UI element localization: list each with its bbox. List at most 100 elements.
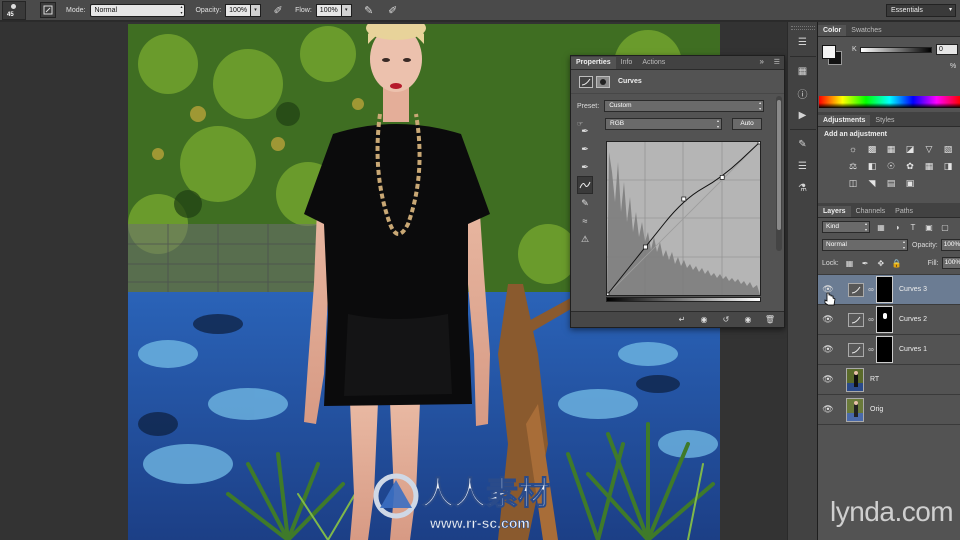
hue-sat-icon[interactable]: ▧: [941, 143, 955, 155]
tab-layers[interactable]: Layers: [818, 206, 851, 217]
edit-points-curve-icon[interactable]: [577, 176, 593, 194]
tab-properties[interactable]: Properties: [571, 57, 616, 69]
layer-opacity-input[interactable]: 100%: [940, 239, 960, 251]
visibility-eye-icon[interactable]: 👁: [820, 374, 836, 385]
white-point-eyedropper-icon[interactable]: ✒: [577, 158, 593, 176]
properties-scrollbar[interactable]: [776, 96, 782, 251]
threshold-icon[interactable]: ◥: [865, 177, 879, 189]
clip-to-layer-icon[interactable]: ↵: [674, 314, 690, 325]
tab-adjustments[interactable]: Adjustments: [818, 115, 871, 126]
tab-styles[interactable]: Styles: [870, 115, 899, 126]
black-point-eyedropper-icon[interactable]: ✒: [577, 122, 593, 140]
black-white-icon[interactable]: ◧: [865, 160, 879, 172]
layer-mask-thumbnail[interactable]: [876, 336, 893, 363]
layer-image-thumbnail[interactable]: [846, 397, 864, 422]
layer-name[interactable]: Curves 3: [899, 286, 927, 293]
mask-link-icon[interactable]: ∞: [867, 314, 875, 326]
mask-link-icon[interactable]: ∞: [867, 344, 875, 356]
preset-select[interactable]: Custom: [604, 100, 765, 112]
tab-color[interactable]: Color: [818, 25, 847, 36]
channel-select[interactable]: RGB: [605, 118, 722, 130]
filter-type-icon[interactable]: T: [908, 222, 918, 232]
mode-select[interactable]: Normal: [90, 3, 186, 17]
layer-row-curves-3[interactable]: 👁 ∞ Curves 3: [818, 275, 960, 305]
opacity-input[interactable]: 100%: [225, 3, 252, 17]
airbrush-icon[interactable]: ✎: [362, 3, 376, 17]
layer-mask-thumbnail[interactable]: [876, 306, 893, 333]
fill-input[interactable]: 100%: [941, 257, 960, 269]
curve-control-point[interactable]: [604, 292, 610, 298]
visibility-eye-icon[interactable]: 👁: [820, 404, 836, 415]
k-slider[interactable]: [860, 47, 932, 53]
visibility-eye-icon[interactable]: 👁: [820, 314, 836, 325]
curves-graph[interactable]: [604, 139, 763, 298]
draw-curve-pencil-icon[interactable]: ✎: [577, 194, 593, 212]
layer-name[interactable]: Orig: [870, 406, 883, 413]
clipping-warning-icon[interactable]: ⚠: [577, 230, 593, 248]
lock-transparent-icon[interactable]: ▦: [845, 258, 855, 268]
flow-input[interactable]: 100%: [315, 3, 342, 17]
vibrance-icon[interactable]: ▽: [922, 143, 936, 155]
gray-point-eyedropper-icon[interactable]: ✒: [577, 140, 593, 158]
info-icon[interactable]: ⓘ: [791, 83, 815, 103]
mask-link-icon[interactable]: ∞: [867, 284, 875, 296]
tab-paths[interactable]: Paths: [890, 206, 918, 217]
layer-name[interactable]: RT: [870, 376, 879, 383]
blend-mode-select[interactable]: Normal: [822, 239, 908, 251]
curves-adjustment-icon[interactable]: [579, 75, 593, 88]
view-previous-state-icon[interactable]: ◉: [696, 314, 712, 325]
exposure-icon[interactable]: ◪: [903, 143, 917, 155]
brush-preset-picker[interactable]: 45: [2, 0, 26, 20]
levels-icon[interactable]: ▩: [865, 143, 879, 155]
color-lookup-icon[interactable]: ▦: [922, 160, 936, 172]
lock-all-icon[interactable]: 🔒: [892, 258, 902, 268]
invert-icon[interactable]: ◨: [941, 160, 955, 172]
visibility-toggle-icon[interactable]: ◉: [740, 314, 756, 325]
photo-filter-icon[interactable]: ☉: [884, 160, 898, 172]
selective-color-icon[interactable]: ▣: [903, 177, 917, 189]
color-spectrum-ramp[interactable]: [819, 96, 960, 108]
k-value-input[interactable]: 0: [936, 44, 958, 55]
color-balance-icon[interactable]: ⚖: [846, 160, 860, 172]
curves-icon[interactable]: ▦: [884, 143, 898, 155]
flow-dropdown-arrow[interactable]: ▾: [341, 3, 352, 17]
tab-channels[interactable]: Channels: [851, 206, 891, 217]
layer-image-thumbnail[interactable]: [846, 367, 864, 392]
tab-info[interactable]: Info: [616, 57, 638, 69]
posterize-icon[interactable]: ◫: [846, 177, 860, 189]
curve-control-point[interactable]: [719, 175, 725, 180]
reset-icon[interactable]: ↺: [718, 314, 734, 325]
layer-row-rt[interactable]: 👁 RT: [818, 365, 960, 395]
smooth-curve-icon[interactable]: ≈: [577, 212, 593, 230]
filter-shape-icon[interactable]: ▣: [924, 222, 934, 232]
curve-control-point[interactable]: [757, 139, 763, 145]
layer-name[interactable]: Curves 2: [899, 316, 927, 323]
panel-menu-icon[interactable]: ☰: [774, 58, 780, 66]
foreground-color-swatch[interactable]: [822, 45, 836, 59]
brightness-icon[interactable]: ☼: [846, 143, 860, 155]
actions-play-icon[interactable]: ▶: [791, 105, 815, 125]
clone-source-icon[interactable]: ⚗: [791, 178, 815, 198]
scrollbar-thumb[interactable]: [777, 100, 781, 230]
history-icon[interactable]: ☰: [791, 32, 815, 52]
properties-icon[interactable]: ▦: [791, 61, 815, 81]
tab-swatches[interactable]: Swatches: [846, 25, 886, 36]
pressure-size-icon[interactable]: ✐: [386, 3, 400, 17]
pressure-opacity-icon[interactable]: ✐: [271, 3, 285, 17]
gradient-map-icon[interactable]: ▤: [884, 177, 898, 189]
auto-button[interactable]: Auto: [732, 118, 762, 130]
curve-control-point[interactable]: [643, 244, 648, 250]
collapse-panel-icon[interactable]: »: [760, 57, 764, 66]
filter-adjustment-icon[interactable]: ◑: [892, 222, 902, 232]
layer-row-curves-2[interactable]: 👁 ∞ Curves 2: [818, 305, 960, 335]
delete-adjustment-icon[interactable]: 🗑: [762, 314, 778, 325]
layer-filter-select[interactable]: Kind: [822, 221, 870, 233]
brush-panel-icon[interactable]: ☰: [791, 156, 815, 176]
curve-plot[interactable]: [604, 139, 763, 298]
curve-control-point[interactable]: [681, 196, 687, 202]
lock-position-icon[interactable]: ✥: [876, 258, 886, 268]
opacity-dropdown-arrow[interactable]: ▾: [251, 3, 262, 17]
strip-grip[interactable]: [790, 26, 815, 30]
tab-actions[interactable]: Actions: [637, 57, 670, 69]
layer-name[interactable]: Curves 1: [899, 346, 927, 353]
